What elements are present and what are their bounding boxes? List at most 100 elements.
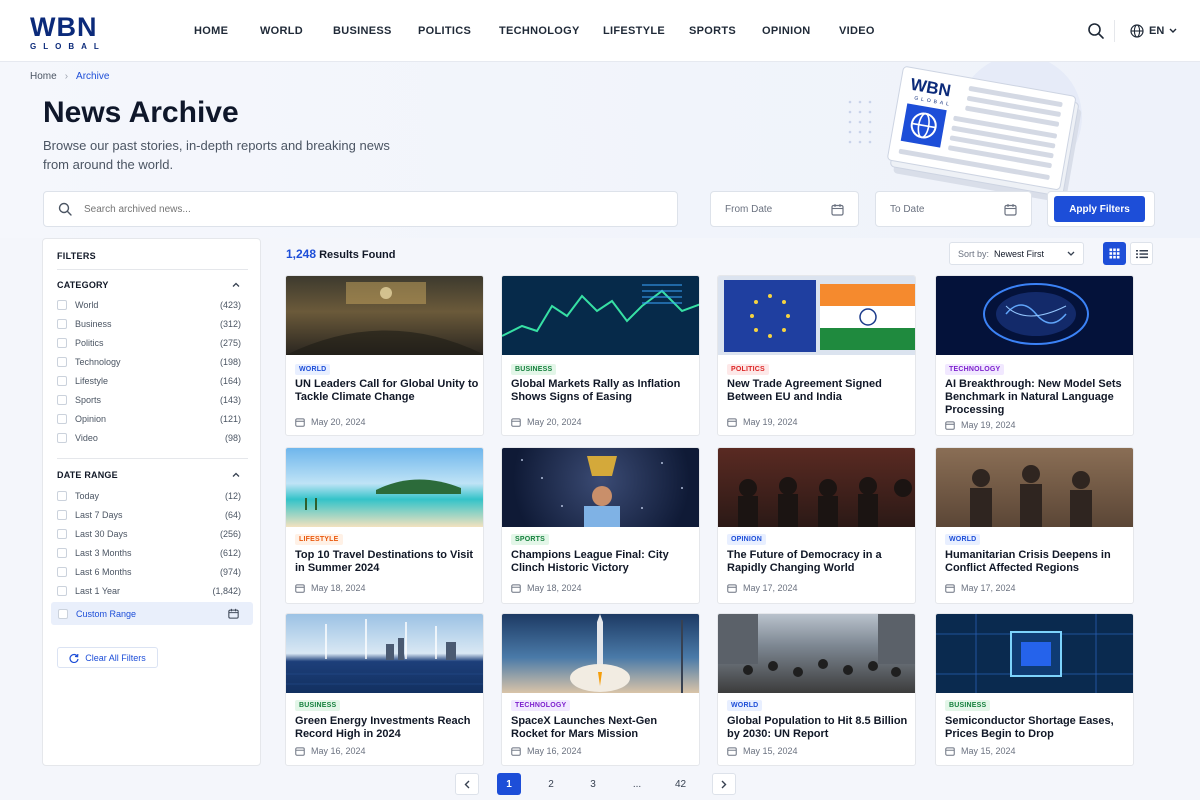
category-badge: TECHNOLOGY	[945, 364, 1005, 375]
article-title[interactable]: AI Breakthrough: New Model Sets Benchmar…	[945, 378, 1130, 417]
article-title[interactable]: Global Markets Rally as Inflation Shows …	[511, 378, 696, 404]
article-card[interactable]: SPORTS Champions League Final: City Clin…	[501, 447, 700, 604]
article-title[interactable]: Green Energy Investments Reach Record Hi…	[295, 715, 480, 741]
search-icon[interactable]	[1087, 22, 1105, 40]
sort-dropdown[interactable]: Sort by: Newest First	[949, 242, 1084, 265]
category-filter-business[interactable]: Business (312)	[57, 317, 241, 331]
article-title[interactable]: Top 10 Travel Destinations to Visit in S…	[295, 549, 480, 575]
date-filter-last-7-days[interactable]: Last 7 Days (64)	[57, 508, 241, 522]
article-card[interactable]: POLITICS New Trade Agreement Signed Betw…	[717, 275, 916, 436]
prev-page-button[interactable]	[455, 773, 479, 795]
article-card[interactable]: WORLD Humanitarian Crisis Deepens in Con…	[935, 447, 1134, 604]
article-card[interactable]: TECHNOLOGY SpaceX Launches Next-Gen Rock…	[501, 613, 700, 766]
from-date-field[interactable]: From Date	[710, 191, 859, 227]
date-filter-last-1-year[interactable]: Last 1 Year (1,842)	[57, 584, 241, 598]
checkbox[interactable]	[57, 586, 67, 596]
search-icon	[58, 202, 72, 216]
category-badge: WORLD	[727, 700, 763, 711]
article-title[interactable]: Global Population to Hit 8.5 Billion by …	[727, 715, 912, 741]
language-label: EN	[1149, 25, 1165, 37]
article-card[interactable]: BUSINESS Green Energy Investments Reach …	[285, 613, 484, 766]
category-filter-technology[interactable]: Technology (198)	[57, 355, 241, 369]
nav-world[interactable]: WORLD	[260, 25, 303, 37]
archive-search[interactable]	[43, 191, 678, 227]
category-section-title: CATEGORY	[57, 280, 109, 290]
next-page-button[interactable]	[712, 773, 736, 795]
checkbox[interactable]	[57, 376, 67, 386]
category-filter-opinion[interactable]: Opinion (121)	[57, 412, 241, 426]
nav-politics[interactable]: POLITICS	[418, 25, 471, 37]
checkbox[interactable]	[57, 338, 67, 348]
category-filter-politics[interactable]: Politics (275)	[57, 336, 241, 350]
nav-opinion[interactable]: OPINION	[762, 25, 811, 37]
checkbox[interactable]	[57, 433, 67, 443]
checkbox[interactable]	[58, 608, 68, 619]
article-title[interactable]: UN Leaders Call for Global Unity to Tack…	[295, 378, 480, 404]
page-button[interactable]: 2	[539, 773, 563, 795]
article-title[interactable]: New Trade Agreement Signed Between EU an…	[727, 378, 912, 404]
article-title[interactable]: Humanitarian Crisis Deepens in Conflict …	[945, 549, 1130, 575]
nav-business[interactable]: BUSINESS	[333, 25, 392, 37]
page-button-current[interactable]: 1	[497, 773, 521, 795]
chevron-up-icon[interactable]	[231, 470, 241, 480]
article-card[interactable]: BUSINESS Global Markets Rally as Inflati…	[501, 275, 700, 436]
article-card[interactable]: LIFESTYLE Top 10 Travel Destinations to …	[285, 447, 484, 604]
checkbox[interactable]	[57, 529, 67, 539]
apply-filters-button[interactable]: Apply Filters	[1054, 196, 1145, 222]
article-card[interactable]: OPINION The Future of Democracy in a Rap…	[717, 447, 916, 604]
category-filter-world[interactable]: World (423)	[57, 298, 241, 312]
filters-title: FILTERS	[57, 251, 96, 261]
nav-video[interactable]: VIDEO	[839, 25, 875, 37]
category-filter-sports[interactable]: Sports (143)	[57, 393, 241, 407]
globe-icon	[1130, 24, 1144, 38]
checkbox[interactable]	[57, 414, 67, 424]
date-filter-last-6-months[interactable]: Last 6 Months (974)	[57, 565, 241, 579]
page-button[interactable]: 42	[667, 773, 694, 795]
clear-all-filters-button[interactable]: Clear All Filters	[57, 647, 158, 668]
article-title[interactable]: The Future of Democracy in a Rapidly Cha…	[727, 549, 912, 575]
article-card[interactable]: BUSINESS Semiconductor Shortage Eases, P…	[935, 613, 1134, 766]
list-view-button[interactable]	[1130, 242, 1153, 265]
to-date-field[interactable]: To Date	[875, 191, 1032, 227]
site-logo[interactable]: WBN GLOBAL	[30, 14, 106, 52]
article-title[interactable]: Champions League Final: City Clinch Hist…	[511, 549, 696, 575]
chevron-left-icon	[464, 780, 470, 788]
filter-count: (612)	[219, 548, 241, 558]
date-filter-last-30-days[interactable]: Last 30 Days (256)	[57, 527, 241, 541]
category-filter-lifestyle[interactable]: Lifestyle (164)	[57, 374, 241, 388]
checkbox[interactable]	[57, 395, 67, 405]
nav-technology[interactable]: TECHNOLOGY	[499, 25, 580, 37]
grid-view-button[interactable]	[1103, 242, 1126, 265]
date-filter-last-3-months[interactable]: Last 3 Months (612)	[57, 546, 241, 560]
article-date: May 15, 2024	[727, 746, 798, 756]
calendar-icon	[831, 203, 844, 216]
category-badge: BUSINESS	[945, 700, 991, 711]
date-filter-custom-range[interactable]: Custom Range	[51, 602, 253, 625]
checkbox[interactable]	[57, 548, 67, 558]
checkbox[interactable]	[57, 319, 67, 329]
nav-lifestyle[interactable]: LIFESTYLE	[603, 25, 665, 37]
page-button[interactable]: 3	[581, 773, 605, 795]
chevron-up-icon[interactable]	[231, 280, 241, 290]
article-title[interactable]: SpaceX Launches Next-Gen Rocket for Mars…	[511, 715, 696, 741]
article-date: May 16, 2024	[295, 746, 366, 756]
category-filter-video[interactable]: Video (98)	[57, 431, 241, 445]
checkbox[interactable]	[57, 357, 67, 367]
article-card[interactable]: TECHNOLOGY AI Breakthrough: New Model Se…	[935, 275, 1134, 436]
article-card[interactable]: WORLD UN Leaders Call for Global Unity t…	[285, 275, 484, 436]
article-title[interactable]: Semiconductor Shortage Eases, Prices Beg…	[945, 715, 1130, 741]
article-card[interactable]: WORLD Global Population to Hit 8.5 Billi…	[717, 613, 916, 766]
nav-sports[interactable]: SPORTS	[689, 25, 736, 37]
checkbox[interactable]	[57, 491, 67, 501]
article-image	[936, 448, 1133, 527]
calendar-icon[interactable]	[228, 608, 239, 619]
language-selector[interactable]: EN	[1130, 24, 1177, 38]
search-input[interactable]	[84, 203, 624, 215]
nav-home[interactable]: HOME	[194, 25, 228, 37]
date-filter-today[interactable]: Today (12)	[57, 489, 241, 503]
checkbox[interactable]	[57, 510, 67, 520]
checkbox[interactable]	[57, 300, 67, 310]
checkbox[interactable]	[57, 567, 67, 577]
breadcrumb-home[interactable]: Home	[30, 71, 57, 82]
filter-label: Last 1 Year	[75, 586, 121, 596]
